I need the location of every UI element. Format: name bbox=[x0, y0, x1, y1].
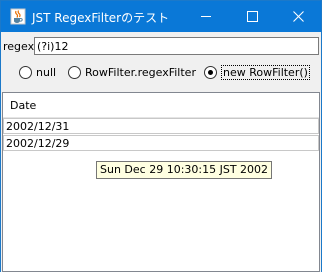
maximize-icon bbox=[247, 11, 258, 22]
content-pane: regex: null RowFilter.regexFilter new Ro… bbox=[1, 32, 321, 272]
radio-circle[interactable] bbox=[68, 66, 81, 79]
date-tooltip: Sun Dec 29 10:30:15 JST 2002 bbox=[96, 161, 273, 179]
column-header-date[interactable]: Date bbox=[10, 99, 36, 112]
app-window: JST RegexFilterのテスト regex: null bbox=[0, 0, 322, 272]
close-button[interactable] bbox=[275, 1, 321, 32]
table-cell-date: 2002/12/29 bbox=[6, 137, 70, 150]
radio-new-rowfilter[interactable]: new RowFilter() bbox=[204, 65, 310, 81]
minimize-icon bbox=[201, 16, 211, 17]
radio-rowfilter-regexfilter[interactable]: RowFilter.regexFilter bbox=[68, 65, 196, 81]
regex-label: regex: bbox=[3, 40, 38, 53]
regex-input[interactable] bbox=[34, 37, 319, 55]
table-row[interactable]: 2002/12/29 bbox=[3, 135, 319, 151]
radio-null[interactable]: null bbox=[19, 65, 59, 81]
maximize-button[interactable] bbox=[229, 1, 275, 32]
radio-selected-dot bbox=[208, 70, 213, 75]
table-header[interactable]: Date bbox=[3, 93, 319, 118]
window-title: JST RegexFilterのテスト bbox=[32, 11, 170, 25]
radio-circle-selected[interactable] bbox=[204, 66, 217, 79]
table-row[interactable]: 2002/12/31 bbox=[3, 118, 319, 134]
java-coffee-cup-icon bbox=[10, 8, 26, 25]
close-icon bbox=[293, 11, 304, 22]
radio-null-label: null bbox=[36, 66, 57, 79]
table-cell-date: 2002/12/31 bbox=[6, 120, 70, 133]
radio-new-rowfilter-label: new RowFilter() bbox=[221, 65, 310, 80]
minimize-button[interactable] bbox=[183, 1, 229, 32]
radio-circle[interactable] bbox=[19, 66, 32, 79]
title-bar[interactable]: JST RegexFilterのテスト bbox=[1, 1, 321, 32]
radio-rowfilter-regexfilter-label: RowFilter.regexFilter bbox=[85, 66, 196, 79]
date-table[interactable]: Date 2002/12/31 2002/12/29 bbox=[2, 92, 320, 272]
